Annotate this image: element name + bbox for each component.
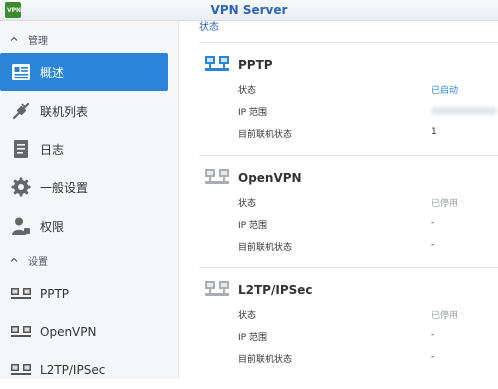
- status-heading: 状态: [199, 22, 219, 33]
- ip-range-value-openvpn: -: [431, 218, 435, 228]
- section-title-l2tp: L2TP/IPSec: [238, 283, 313, 297]
- row-label: IP 范围: [238, 221, 267, 231]
- sidebar-item-pptp[interactable]: PPTP: [0, 275, 168, 313]
- ip-range-value-pptp: [431, 107, 497, 115]
- sidebar-item-connection-list[interactable]: 联机列表: [0, 92, 168, 130]
- sidebar-item-log[interactable]: 日志: [0, 130, 168, 168]
- main-content: 状态 PPTP 状态 已启动 IP 范围 目前联机状态 1 OpenVPN 状态…: [179, 21, 498, 379]
- chevron-up-icon: [10, 36, 18, 41]
- connections-value-l2tp: -: [431, 352, 435, 362]
- status-value-l2tp: 已停用: [431, 311, 459, 321]
- row-label: 状态: [238, 86, 257, 96]
- row-label: 目前联机状态: [238, 243, 293, 253]
- group-label-settings: 设置: [28, 256, 48, 268]
- sidebar-item-l2tp-ipsec[interactable]: L2TP/IPSec: [0, 351, 168, 389]
- sidebar-item-label: 日志: [40, 142, 65, 157]
- sidebar-item-label: OpenVPN: [40, 325, 97, 339]
- group-header-settings[interactable]: 设置: [10, 252, 48, 268]
- connections-value-pptp: 1: [431, 127, 437, 137]
- row-label: IP 范围: [238, 333, 267, 343]
- sidebar-item-label: 联机列表: [40, 104, 89, 119]
- divider: [199, 267, 498, 268]
- sidebar-item-label: PPTP: [40, 287, 70, 301]
- user-permission-icon: [12, 217, 30, 235]
- openvpn-network-icon: [205, 169, 229, 184]
- sidebar-item-general-settings[interactable]: 一般设置: [0, 168, 168, 206]
- row-label: 目前联机状态: [238, 130, 293, 140]
- group-header-manage[interactable]: 管理: [10, 31, 48, 47]
- ip-range-value-l2tp: -: [431, 330, 435, 340]
- section-title-openvpn: OpenVPN: [238, 171, 302, 185]
- overview-icon: [12, 64, 30, 80]
- window-title: VPN Server: [210, 3, 288, 17]
- log-icon: [14, 140, 28, 158]
- row-label: 状态: [238, 311, 257, 321]
- sidebar-item-label: 权限: [40, 219, 65, 234]
- chevron-up-icon: [10, 257, 18, 262]
- row-label: 目前联机状态: [238, 355, 293, 365]
- title-bar: VPN VPN Server: [0, 0, 498, 21]
- row-label: IP 范围: [238, 108, 267, 118]
- sidebar-item-label: 概述: [40, 65, 65, 80]
- sidebar: 管理 概述 联机列表 日志 一般设置 权限 设置 PPTP OpenVPN L2…: [0, 21, 179, 379]
- sidebar-item-overview[interactable]: 概述: [0, 53, 168, 91]
- divider: [199, 42, 498, 43]
- gear-icon: [11, 177, 31, 197]
- divider: [199, 155, 498, 156]
- network-icon: [11, 364, 31, 375]
- row-label: 状态: [238, 199, 257, 209]
- connection-list-icon: [12, 102, 30, 120]
- pptp-network-icon: [205, 56, 229, 71]
- l2tp-network-icon: [205, 281, 229, 296]
- group-label-manage: 管理: [28, 35, 48, 47]
- connections-value-openvpn: -: [431, 240, 435, 250]
- network-icon: [11, 326, 31, 337]
- sidebar-item-label: L2TP/IPSec: [40, 363, 106, 377]
- sidebar-item-openvpn[interactable]: OpenVPN: [0, 313, 168, 351]
- sidebar-item-permissions[interactable]: 权限: [0, 207, 168, 245]
- network-icon: [11, 288, 31, 299]
- status-value-pptp: 已启动: [431, 86, 459, 96]
- section-title-pptp: PPTP: [238, 58, 273, 72]
- status-value-openvpn: 已停用: [431, 199, 459, 209]
- sidebar-item-label: 一般设置: [40, 180, 89, 195]
